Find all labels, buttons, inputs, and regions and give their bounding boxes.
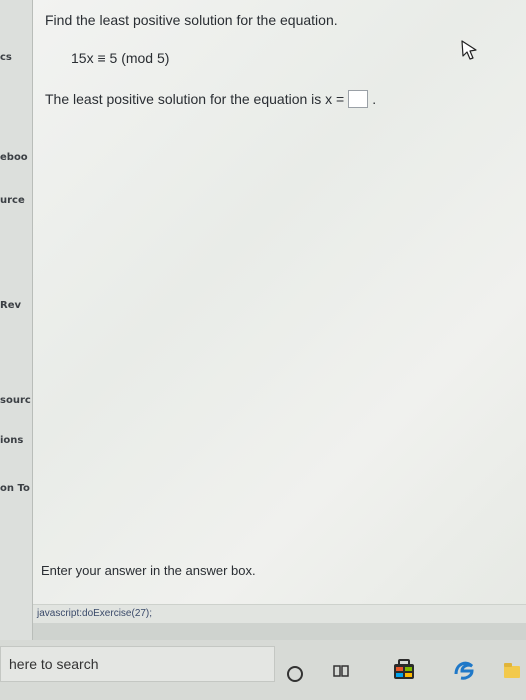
browser-icon[interactable] <box>452 658 476 680</box>
sidebar-item-resource[interactable]: urce <box>0 195 32 206</box>
question-panel: Find the least positive solution for the… <box>33 0 526 623</box>
sidebar-item-on-topic[interactable]: on To <box>0 483 32 494</box>
answer-suffix: . <box>372 91 377 107</box>
sidebar-item-questions[interactable]: ions <box>0 435 32 446</box>
equation: 15x ≡ 5 (mod 5) <box>71 50 170 66</box>
search-input[interactable]: here to search <box>0 646 275 682</box>
sidebar: cs eboo urce Rev sourc ions on To <box>0 0 33 640</box>
sidebar-item-sources[interactable]: sourc <box>0 395 32 406</box>
taskbar: here to search <box>0 640 526 700</box>
sidebar-item-review[interactable]: Rev <box>0 300 32 311</box>
task-view-icon[interactable] <box>333 664 349 678</box>
cortana-icon[interactable] <box>287 666 303 682</box>
answer-prefix: The least positive solution for the equa… <box>45 91 345 107</box>
mouse-pointer-icon <box>461 40 477 60</box>
sidebar-item-ebook[interactable]: eboo <box>0 152 32 163</box>
status-link: javascript:doExercise(27); <box>33 604 526 623</box>
app-icon[interactable] <box>392 658 416 680</box>
answer-input[interactable] <box>348 90 369 108</box>
folder-icon[interactable] <box>502 658 522 680</box>
answer-line: The least positive solution for the equa… <box>45 90 376 108</box>
answer-hint: Enter your answer in the answer box. <box>41 563 256 578</box>
question-title: Find the least positive solution for the… <box>45 12 338 28</box>
sidebar-item-cs[interactable]: cs <box>0 52 32 63</box>
